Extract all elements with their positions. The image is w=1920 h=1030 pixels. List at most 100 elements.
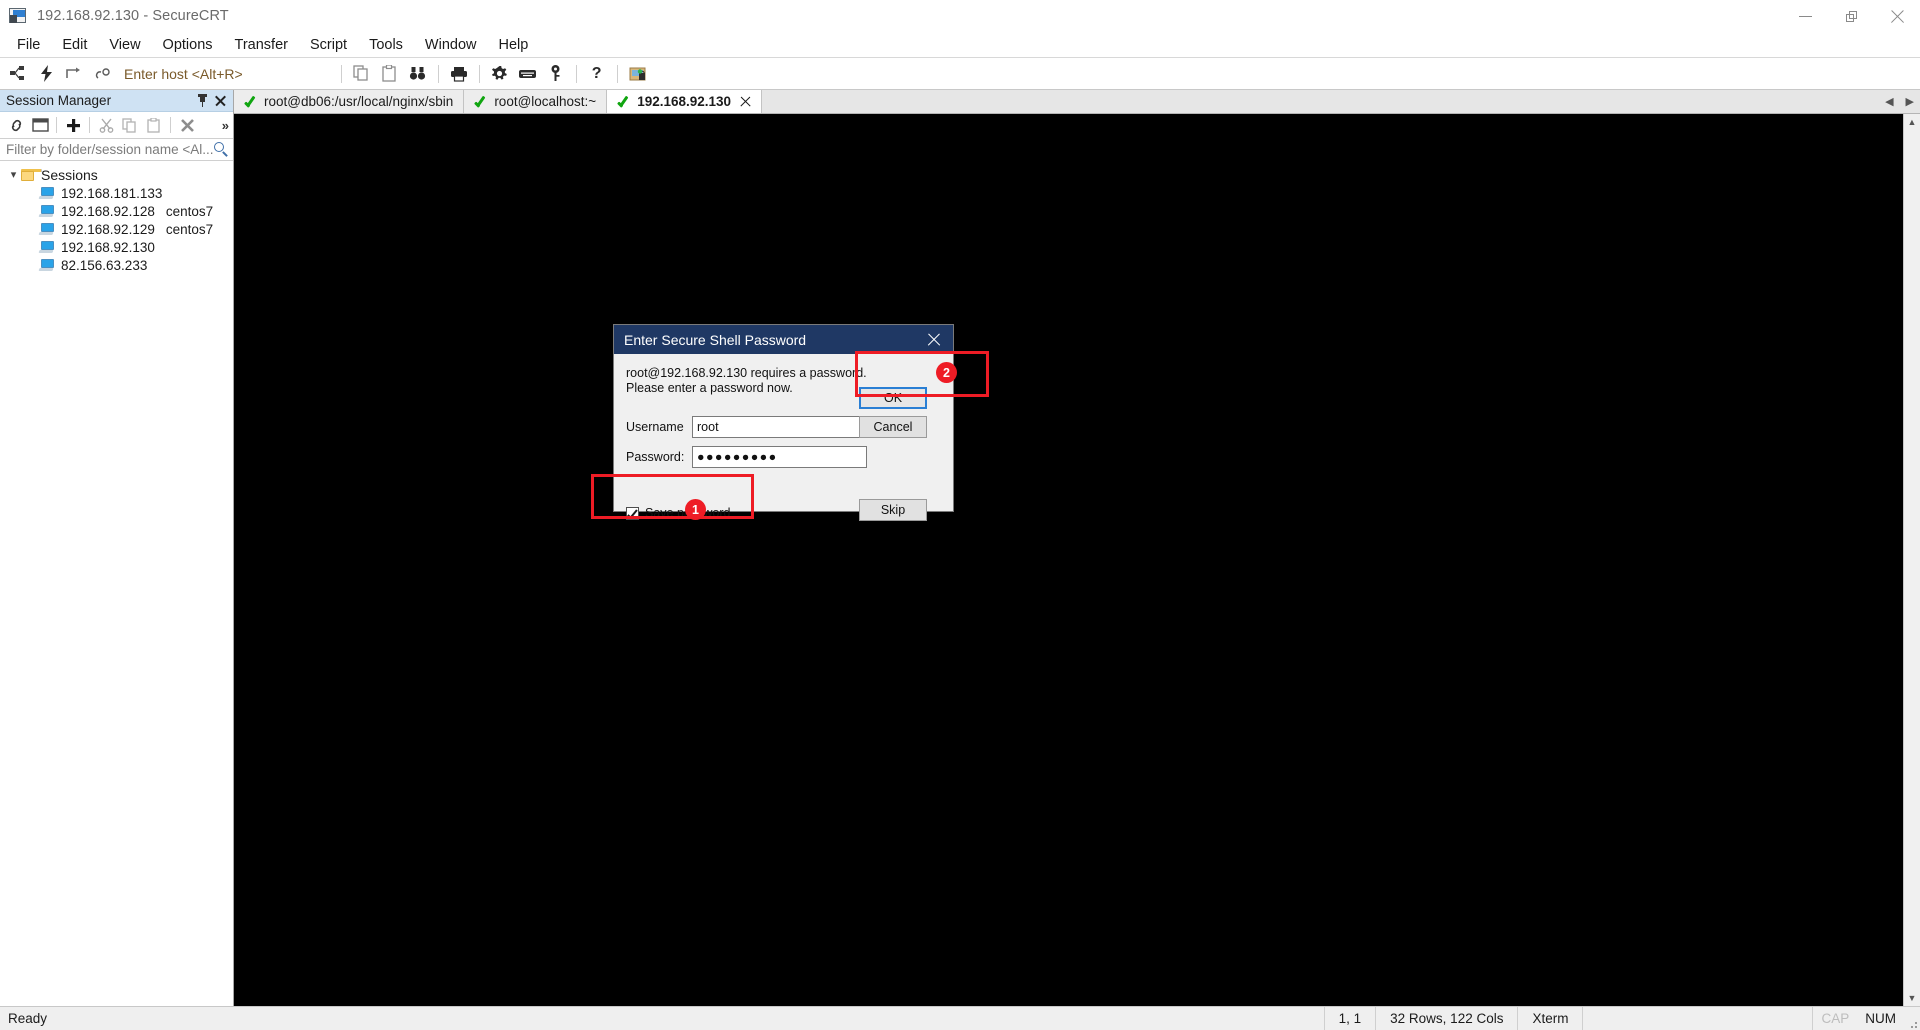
ok-button[interactable]: OK bbox=[859, 387, 927, 409]
tree-root-label: Sessions bbox=[41, 166, 98, 183]
menu-options[interactable]: Options bbox=[152, 34, 224, 56]
connect-button[interactable] bbox=[5, 61, 31, 87]
key-button[interactable] bbox=[543, 61, 569, 87]
securecrt-window: 192.168.92.130 - SecureCRT File Edit Vie… bbox=[0, 0, 1920, 1030]
menu-edit[interactable]: Edit bbox=[51, 34, 98, 56]
terminal-screen[interactable] bbox=[234, 114, 1903, 1006]
connect-session-button[interactable] bbox=[4, 114, 28, 137]
connect-sftp-icon bbox=[95, 67, 110, 79]
session-icon bbox=[38, 240, 55, 254]
paste-button[interactable] bbox=[377, 61, 403, 87]
tab-label: 192.168.92.130 bbox=[637, 94, 732, 109]
list-item[interactable]: 192.168.92.130 bbox=[0, 238, 233, 256]
restore-icon bbox=[1845, 11, 1857, 22]
skip-button[interactable]: Skip bbox=[859, 499, 927, 521]
find-icon bbox=[410, 66, 426, 80]
tab-label: root@db06:/usr/local/nginx/sbin bbox=[264, 94, 454, 109]
paste-icon bbox=[147, 117, 160, 133]
username-field[interactable] bbox=[692, 416, 867, 438]
help-button[interactable]: ? bbox=[584, 61, 610, 87]
terminal-scrollbar[interactable]: ▲ ▼ bbox=[1903, 114, 1920, 1006]
list-item[interactable]: 192.168.92.129 centos7 bbox=[0, 220, 233, 238]
connect-sftp-button[interactable] bbox=[89, 61, 115, 87]
status-num-lock: NUM bbox=[1865, 1011, 1896, 1026]
secure-file-transfer-button[interactable] bbox=[625, 61, 651, 87]
tab-scroll-controls: ◀ ▶ bbox=[1885, 90, 1920, 113]
tab-root-localhost[interactable]: root@localhost:~ bbox=[464, 90, 608, 113]
pin-panel-button[interactable] bbox=[193, 92, 211, 110]
copy-button[interactable] bbox=[349, 61, 375, 87]
session-name: 192.168.92.130 bbox=[61, 239, 155, 255]
search-icon[interactable] bbox=[214, 142, 229, 157]
tab-close-button[interactable] bbox=[740, 96, 751, 107]
save-password-checkbox[interactable]: Save password bbox=[626, 506, 730, 520]
find-button[interactable] bbox=[405, 61, 431, 87]
tree-root-sessions[interactable]: ▾ Sessions bbox=[0, 165, 233, 184]
toolbar-separator bbox=[170, 117, 171, 133]
tab-root-db06[interactable]: root@db06:/usr/local/nginx/sbin bbox=[234, 90, 465, 113]
app-body: Session Manager » Filter by folder/sessi… bbox=[0, 90, 1920, 1006]
help-icon: ? bbox=[591, 64, 602, 82]
tab-192-168-92-130[interactable]: 192.168.92.130 bbox=[607, 90, 763, 113]
copy-session-button[interactable] bbox=[118, 114, 142, 137]
new-window-button[interactable] bbox=[28, 114, 52, 137]
cut-button[interactable] bbox=[94, 114, 118, 137]
new-window-icon bbox=[31, 118, 49, 132]
tab-scroll-right-button[interactable]: ▶ bbox=[1906, 95, 1914, 108]
tab-label: root@localhost:~ bbox=[494, 94, 597, 109]
keyboard-button[interactable] bbox=[515, 61, 541, 87]
add-session-button[interactable] bbox=[61, 114, 85, 137]
close-icon bbox=[214, 95, 226, 106]
chevron-down-icon[interactable]: ▾ bbox=[6, 168, 21, 181]
status-bar: Ready 1, 1 32 Rows, 122 Cols Xterm CAP N… bbox=[0, 1006, 1920, 1030]
print-button[interactable] bbox=[446, 61, 472, 87]
menu-tools[interactable]: Tools bbox=[358, 34, 414, 56]
list-item[interactable]: 192.168.181.133 bbox=[0, 184, 233, 202]
main-area: root@db06:/usr/local/nginx/sbin root@loc… bbox=[234, 90, 1920, 1006]
reconnect-button[interactable] bbox=[61, 61, 87, 87]
password-label: Password: bbox=[626, 450, 685, 464]
toolbar-separator bbox=[478, 64, 480, 83]
scroll-up-button[interactable]: ▲ bbox=[1908, 114, 1917, 130]
session-manager-toolbar: » bbox=[0, 112, 233, 139]
scroll-down-button[interactable]: ▼ bbox=[1908, 990, 1917, 1006]
menu-help[interactable]: Help bbox=[488, 34, 540, 56]
minimize-button[interactable] bbox=[1782, 0, 1828, 33]
securecrt-app-icon bbox=[8, 6, 28, 26]
maximize-button[interactable] bbox=[1828, 0, 1874, 33]
menu-window[interactable]: Window bbox=[414, 34, 488, 56]
session-filter-input[interactable] bbox=[6, 142, 214, 157]
overflow-chevron-icon[interactable]: » bbox=[222, 118, 229, 133]
menu-script[interactable]: Script bbox=[299, 34, 358, 56]
connect-icon bbox=[9, 66, 24, 80]
status-emulation: Xterm bbox=[1517, 1006, 1582, 1030]
menu-view[interactable]: View bbox=[98, 34, 151, 56]
session-tree[interactable]: ▾ Sessions 192.168.181.133 192.168.92.12… bbox=[0, 161, 233, 1006]
menu-file[interactable]: File bbox=[6, 34, 51, 56]
host-entry-field[interactable]: Enter host <Alt+R> bbox=[124, 66, 243, 82]
session-icon bbox=[38, 258, 55, 272]
list-item[interactable]: 192.168.92.128 centos7 bbox=[0, 202, 233, 220]
toolbar-separator bbox=[437, 64, 439, 83]
session-name: 192.168.92.129 bbox=[61, 221, 155, 237]
connected-check-icon bbox=[243, 95, 258, 108]
session-manager-title: Session Manager bbox=[6, 93, 112, 108]
toolbar-separator bbox=[575, 64, 577, 83]
dialog-close-button[interactable] bbox=[921, 327, 947, 353]
close-panel-button[interactable] bbox=[211, 92, 229, 110]
list-item[interactable]: 82.156.63.233 bbox=[0, 256, 233, 274]
terminal-area: ▲ ▼ bbox=[234, 114, 1920, 1006]
settings-button[interactable] bbox=[487, 61, 513, 87]
title-bar: 192.168.92.130 - SecureCRT bbox=[0, 0, 1920, 33]
paste-session-button[interactable] bbox=[142, 114, 166, 137]
status-ready: Ready bbox=[8, 1011, 48, 1026]
tab-scroll-left-button[interactable]: ◀ bbox=[1885, 95, 1893, 108]
delete-session-button[interactable] bbox=[175, 114, 199, 137]
quick-connect-button[interactable] bbox=[33, 61, 59, 87]
paste-icon bbox=[382, 65, 396, 82]
cancel-button[interactable]: Cancel bbox=[859, 416, 927, 438]
close-button[interactable] bbox=[1874, 0, 1920, 33]
resize-grip[interactable] bbox=[1904, 1007, 1920, 1030]
menu-transfer[interactable]: Transfer bbox=[224, 34, 299, 56]
password-field[interactable]: ●●●●●●●●● bbox=[692, 446, 867, 468]
